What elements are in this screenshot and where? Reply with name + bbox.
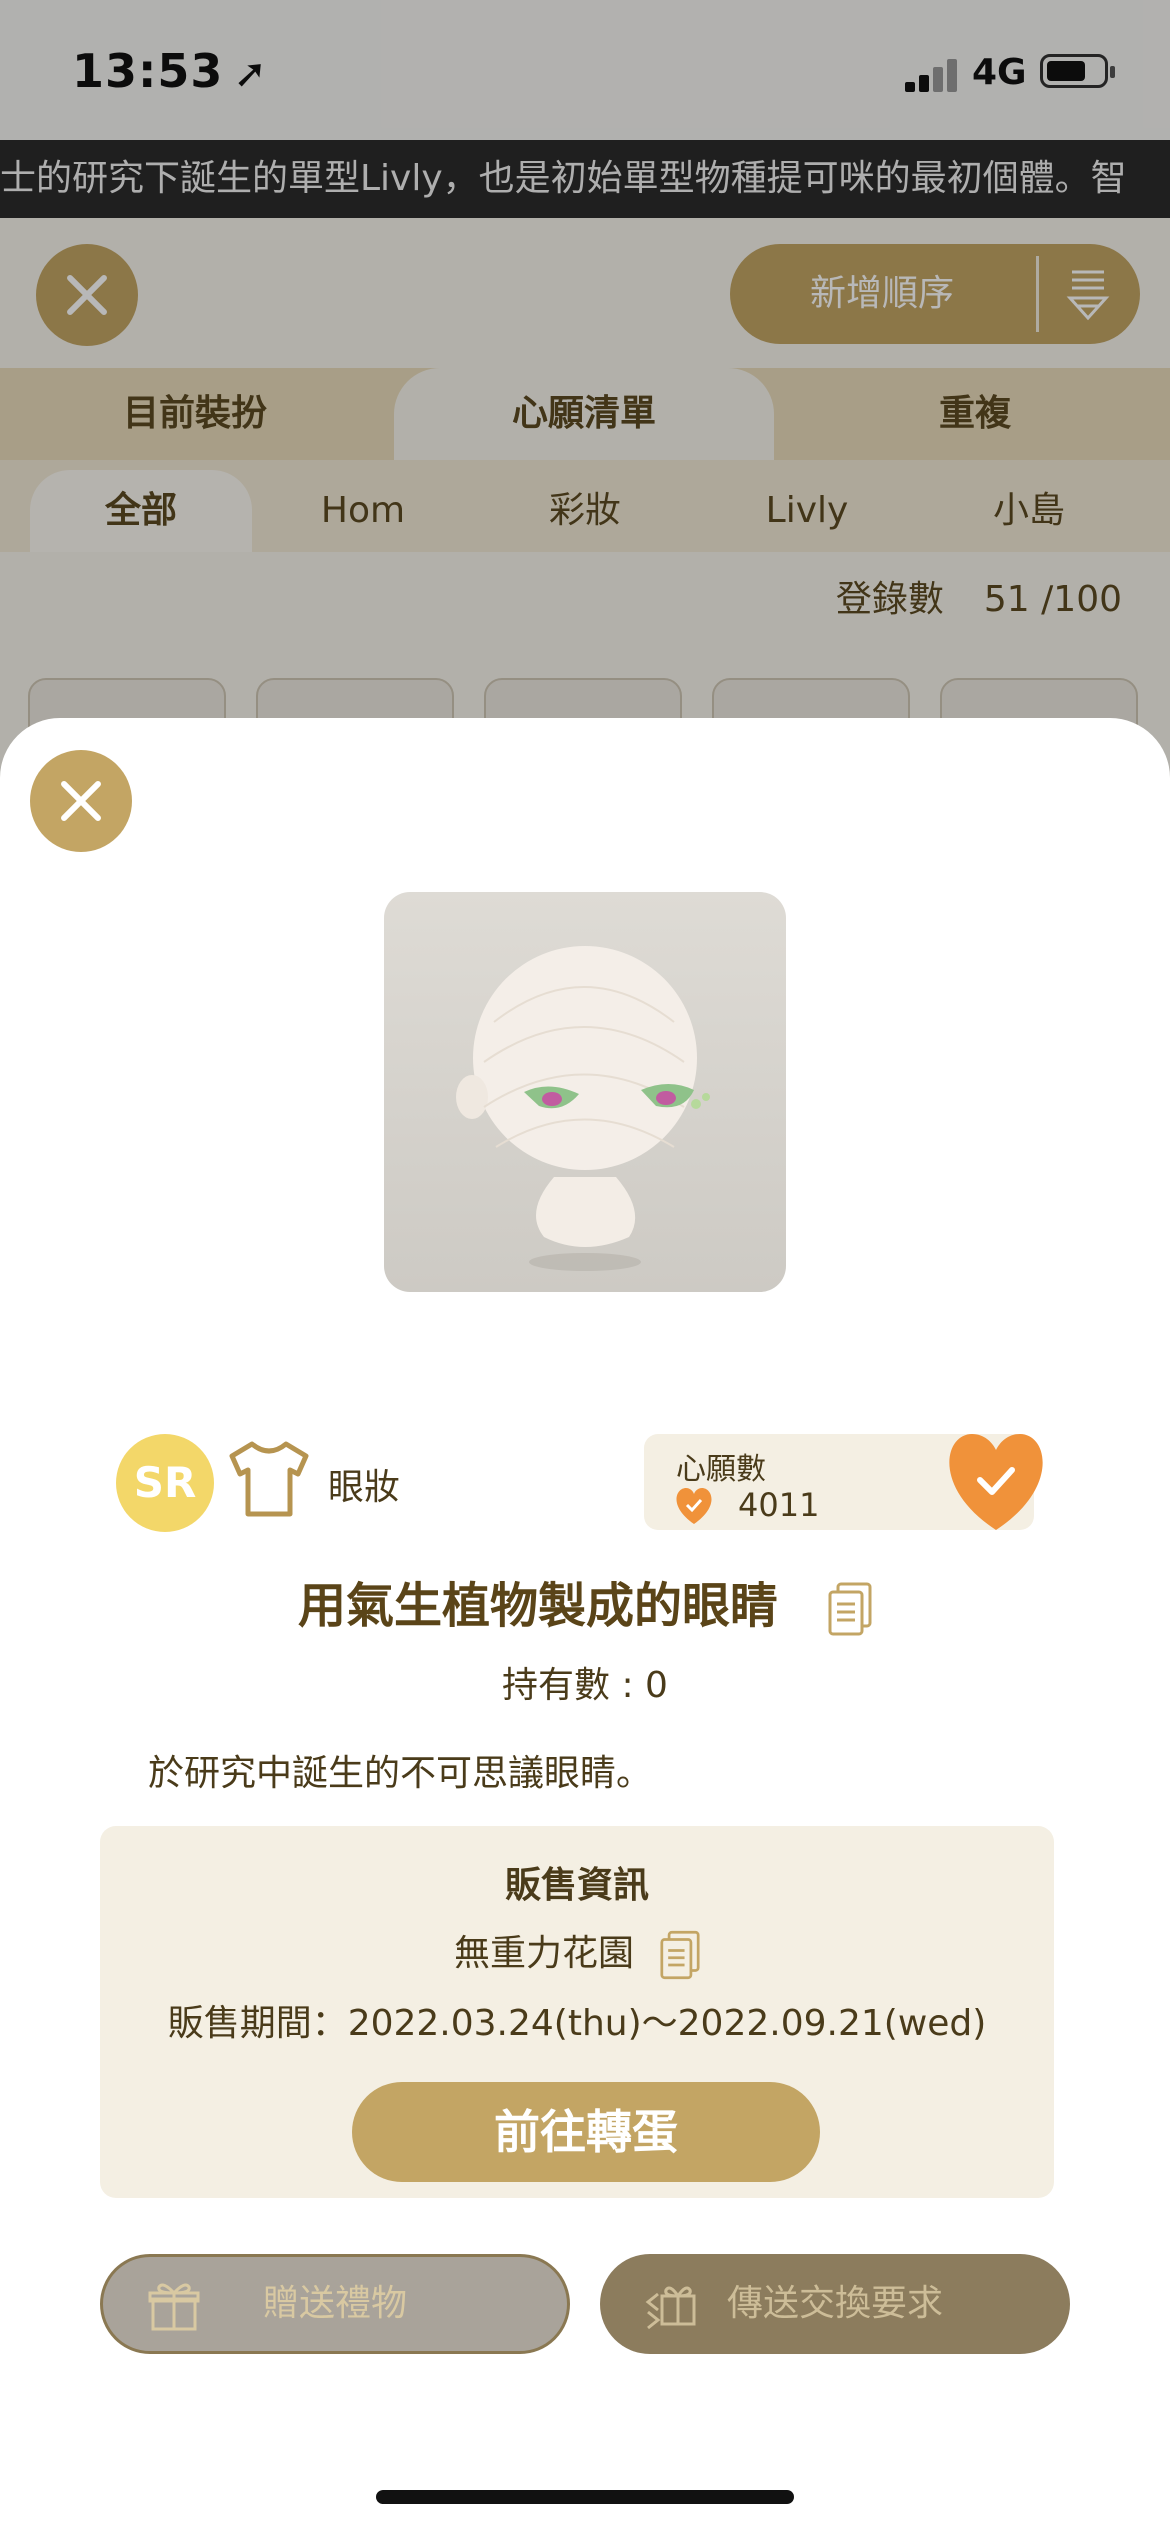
- shirt-icon: [229, 1441, 309, 1517]
- sale-shop-name: 無重力花園: [453, 1933, 634, 1974]
- close-icon[interactable]: [30, 750, 132, 852]
- item-preview-illustration: [456, 946, 710, 1271]
- go-to-gacha-button[interactable]: 前往轉蛋: [352, 2082, 820, 2182]
- sale-heading: 販售資訊: [504, 1865, 649, 1906]
- category-label: 眼妝: [328, 1467, 401, 1508]
- owned-count: 持有數 : 0: [502, 1665, 668, 1706]
- sale-info-panel: 販售資訊 無重力花園 販售期間：2022.03.24(thu)〜2022.09.…: [100, 1826, 1054, 2198]
- sale-period: 販售期間：2022.03.24(thu)〜2022.09.21(wed): [167, 2003, 987, 2044]
- wishlist-heart-button[interactable]: [940, 1430, 1052, 1534]
- gift-icon: [148, 2283, 200, 2331]
- copy-icon[interactable]: [660, 1930, 700, 1980]
- trade-icon: [645, 2286, 696, 2330]
- heart-check-icon: [676, 1488, 712, 1524]
- item-image: [384, 892, 786, 1292]
- item-description: 於研究中誕生的不可思議眼睛。: [148, 1753, 653, 1794]
- item-detail-modal: SR 眼妝 心願數 4011 用氣生植物製成的眼睛 持有數 : 0 於研究中誕生…: [0, 718, 1170, 2532]
- sale-shop-row: 無重力花園: [100, 1924, 1054, 1980]
- copy-icon[interactable]: [828, 1582, 872, 1636]
- item-title-row: 用氣生植物製成的眼睛: [0, 1566, 1170, 1636]
- wish-label: 心願數: [676, 1452, 766, 1487]
- trade-request-label: 傳送交換要求: [726, 2283, 943, 2324]
- home-indicator[interactable]: [376, 2490, 794, 2504]
- send-gift-button[interactable]: 贈送禮物: [100, 2254, 570, 2354]
- item-title: 用氣生植物製成的眼睛: [297, 1578, 778, 1634]
- send-gift-label: 贈送禮物: [262, 2283, 407, 2324]
- wish-count: 4011: [738, 1486, 820, 1524]
- rarity-badge: SR: [116, 1434, 214, 1532]
- trade-request-button[interactable]: 傳送交換要求: [600, 2254, 1070, 2354]
